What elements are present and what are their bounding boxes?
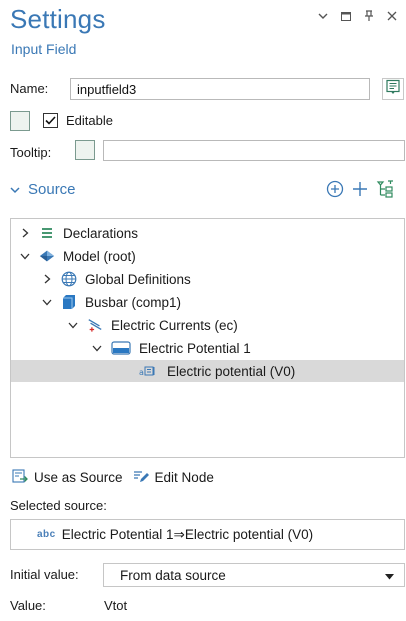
value-label: Value: [10, 598, 46, 613]
tooltip-icon-swatch[interactable] [75, 140, 95, 160]
edit-node-icon [133, 469, 149, 486]
initial-value-label: Initial value: [10, 567, 79, 582]
source-tree[interactable]: Declarations Model (root) Global Definit… [10, 218, 405, 458]
page-subtitle: Input Field [11, 41, 77, 57]
editable-label: Editable [66, 113, 113, 128]
initial-value-select[interactable]: From data source [103, 563, 405, 587]
chevron-right-icon[interactable] [19, 227, 31, 239]
source-section-header[interactable]: Source [10, 181, 76, 198]
close-icon[interactable] [386, 10, 398, 22]
use-as-source-label: Use as Source [34, 470, 123, 485]
tree-item-label: Electric Currents (ec) [111, 317, 238, 333]
tree-item-busbar[interactable]: Busbar (comp1) [11, 291, 404, 313]
initial-value-selected: From data source [120, 567, 226, 583]
tree-item-model-root[interactable]: Model (root) [11, 245, 404, 267]
tree-item-label: Global Definitions [85, 271, 191, 287]
editable-checkbox[interactable] [43, 113, 58, 128]
chevron-down-icon[interactable] [91, 342, 103, 354]
chevron-down-icon[interactable] [67, 319, 79, 331]
value-text: Vtot [104, 598, 128, 613]
component-icon [61, 294, 77, 310]
declarations-icon [39, 225, 55, 241]
tree-item-label: Electric Potential 1 [139, 340, 251, 356]
add-circle-icon[interactable] [326, 180, 344, 203]
maximize-icon[interactable] [340, 10, 352, 22]
source-actions: Use as Source Edit Node [12, 469, 224, 486]
boundary-condition-icon [111, 340, 131, 356]
pin-icon[interactable] [363, 10, 375, 22]
tree-item-label: Busbar (comp1) [85, 294, 182, 310]
source-toolbar [326, 180, 396, 203]
dropdown-arrow-icon [385, 568, 394, 583]
page-title: Settings [10, 4, 106, 34]
chevron-right-icon[interactable] [41, 273, 53, 285]
tooltip-label: Tooltip: [10, 145, 52, 160]
icon-color-swatch[interactable] [10, 111, 30, 131]
check-icon [45, 116, 56, 125]
tree-item-electric-potential-v0[interactable]: a Electric potential (V0) [11, 360, 404, 382]
tree-item-label: Model (root) [63, 248, 136, 264]
tree-item-electric-potential-1[interactable]: Electric Potential 1 [11, 337, 404, 359]
input-field-icon: a [139, 363, 159, 379]
selected-source-value: Electric Potential 1⇒Electric potential … [61, 526, 314, 542]
name-label: Name: [10, 81, 49, 96]
description-button[interactable] [382, 78, 404, 100]
use-as-source-button[interactable]: Use as Source [12, 469, 123, 486]
selected-source-display: abc Electric Potential 1⇒Electric potent… [10, 519, 405, 550]
tree-item-electric-currents[interactable]: Electric Currents (ec) [11, 314, 404, 336]
plus-icon[interactable] [352, 181, 368, 202]
window-controls [317, 10, 398, 22]
tree-item-declarations[interactable]: Declarations [11, 222, 404, 244]
chevron-down-icon [10, 183, 20, 197]
source-section-title: Source [28, 181, 76, 198]
edit-node-label: Edit Node [154, 470, 214, 485]
svg-text:a: a [139, 368, 144, 377]
string-type-icon: abc [37, 529, 56, 540]
document-icon [385, 79, 401, 100]
tree-item-label: Electric potential (V0) [167, 363, 296, 379]
tooltip-field[interactable] [103, 140, 405, 161]
selected-source-label: Selected source: [10, 498, 107, 513]
model-root-icon [39, 248, 55, 264]
electric-currents-icon [87, 317, 103, 333]
tree-item-label: Declarations [63, 225, 139, 241]
globe-icon [61, 271, 77, 287]
chevron-down-icon[interactable] [317, 10, 329, 22]
chevron-down-icon[interactable] [41, 296, 53, 308]
name-field[interactable] [70, 78, 370, 100]
edit-node-button[interactable]: Edit Node [133, 469, 214, 486]
chevron-down-icon[interactable] [19, 250, 31, 262]
use-as-source-icon [12, 469, 28, 486]
tree-filter-icon[interactable] [376, 180, 396, 203]
tree-item-global-definitions[interactable]: Global Definitions [11, 268, 404, 290]
